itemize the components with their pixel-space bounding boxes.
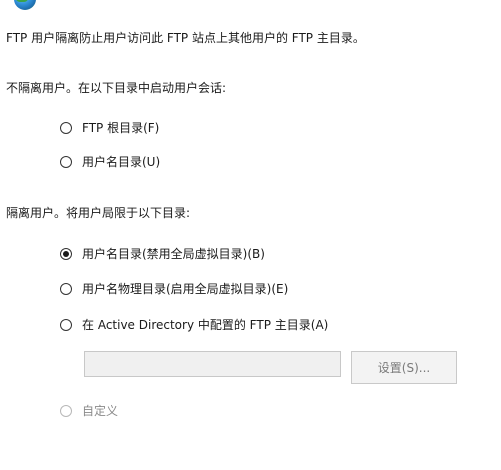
isolation-heading: 隔离用户。将用户局限于以下目录:: [6, 206, 191, 220]
radio-username-dir-isolated-label: 用户名目录(禁用全局虚拟目录)(B): [82, 247, 265, 261]
radio-username-dir-isolated[interactable]: 用户名目录(禁用全局虚拟目录)(B): [60, 246, 265, 262]
radio-button-icon[interactable]: [60, 319, 72, 331]
radio-active-directory-label: 在 Active Directory 中配置的 FTP 主目录(A): [82, 318, 329, 332]
radio-ftp-root[interactable]: FTP 根目录(F): [60, 120, 159, 136]
radio-username-dir-label: 用户名目录(U): [82, 155, 161, 169]
no-isolation-heading: 不隔离用户。在以下目录中启动用户会话:: [6, 81, 227, 95]
radio-custom[interactable]: 自定义: [60, 403, 118, 419]
radio-physical-dir-label: 用户名物理目录(启用全局虚拟目录)(E): [82, 282, 289, 296]
radio-button-icon[interactable]: [60, 156, 72, 168]
radio-active-directory[interactable]: 在 Active Directory 中配置的 FTP 主目录(A): [60, 317, 328, 333]
settings-button[interactable]: 设置(S)...: [351, 351, 457, 384]
radio-username-dir[interactable]: 用户名目录(U): [60, 154, 160, 170]
radio-custom-label: 自定义: [82, 404, 119, 418]
description-text: FTP 用户隔离防止用户访问此 FTP 站点上其他用户的 FTP 主目录。: [6, 31, 365, 45]
radio-button-icon[interactable]: [60, 283, 72, 295]
ftp-globe-icon: [14, 0, 36, 10]
radio-button-icon[interactable]: [60, 122, 72, 134]
ad-path-input[interactable]: [84, 351, 341, 377]
radio-physical-dir[interactable]: 用户名物理目录(启用全局虚拟目录)(E): [60, 281, 288, 297]
radio-ftp-root-label: FTP 根目录(F): [82, 121, 160, 135]
radio-button-icon[interactable]: [60, 405, 72, 417]
radio-button-selected-icon[interactable]: [60, 248, 72, 260]
